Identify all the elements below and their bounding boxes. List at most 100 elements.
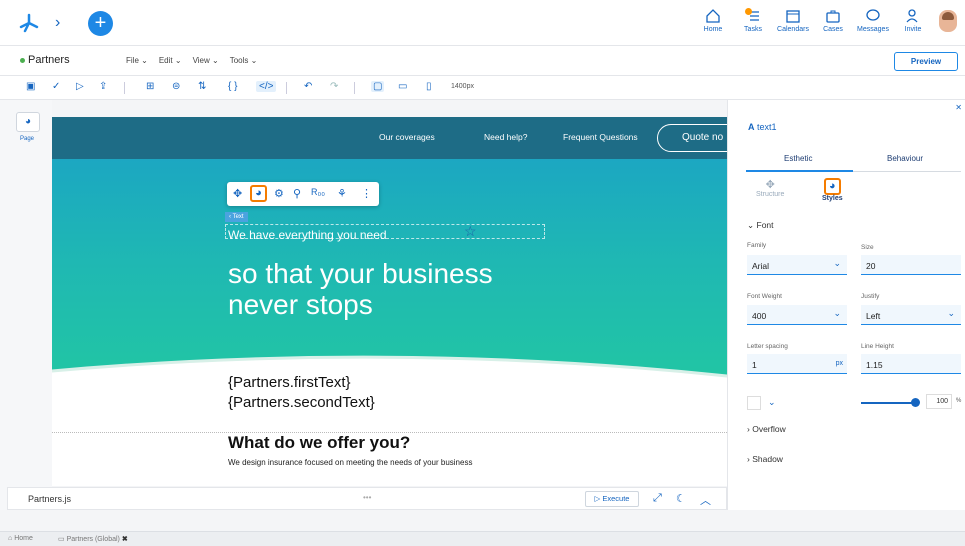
opacity-slider-track[interactable] (861, 402, 915, 404)
desktop-view-icon[interactable]: ▢ (371, 81, 385, 92)
settings-icon[interactable]: ⚙ (274, 187, 284, 200)
text1[interactable]: We have everything you need (228, 228, 387, 242)
menu-view[interactable]: View ⌄ (193, 56, 219, 65)
footer-process-label: Partners (Global) (66, 536, 120, 543)
opacity-value[interactable]: 100 (926, 394, 952, 409)
nav-link-faq[interactable]: Frequent Questions (563, 132, 638, 142)
preview-button[interactable]: Preview (894, 52, 958, 71)
justify-value: Left (866, 311, 881, 321)
overflow-section-toggle[interactable]: › Overflow (747, 424, 786, 434)
redo-icon[interactable]: ↷ (330, 81, 338, 92)
chevron-right-icon: › (747, 424, 750, 434)
element-type-label: Text (232, 214, 244, 220)
undo-icon[interactable]: ↶ (304, 81, 312, 92)
font-weight-select[interactable]: 400 ⌄ (747, 305, 847, 325)
headline-line-1: so that your business (228, 258, 493, 289)
justify-select[interactable]: Left ⌄ (861, 305, 961, 325)
execute-button[interactable]: ▷ Execute (585, 491, 639, 507)
resource-icon[interactable]: R₀₀ (311, 187, 325, 197)
family-label: Family (747, 242, 767, 249)
layers-icon[interactable]: ⊜ (172, 81, 180, 92)
justify-label: Justify (861, 293, 880, 300)
chevron-down-icon: ⌄ (833, 308, 841, 318)
tab-behaviour[interactable]: Behaviour (887, 154, 923, 163)
app-logo-icon[interactable] (18, 12, 40, 34)
nav-home-label: Home (703, 26, 723, 33)
braces-icon[interactable]: { } (228, 81, 237, 92)
font-size-field[interactable]: 20 (861, 255, 961, 275)
mobile-view-icon[interactable]: ▯ (426, 81, 432, 92)
nav-tasks-label: Tasks (744, 26, 762, 33)
check-icon[interactable]: ✓ (52, 81, 60, 92)
menu-edit[interactable]: Edit ⌄ (159, 56, 182, 65)
template-second-text: {Partners.secondText} (228, 394, 375, 411)
dark-mode-icon[interactable]: ☾ (676, 492, 686, 505)
chevron-down-icon: ⌄ (947, 308, 955, 318)
publish-icon[interactable]: ⇪ (99, 81, 107, 92)
styles-palette-icon[interactable]: ◕ (250, 185, 267, 202)
add-button[interactable]: + (88, 11, 113, 36)
subtab-structure[interactable]: ✥ Structure (756, 178, 784, 198)
template-text[interactable]: {Partners.firstText} {Partners.secondTex… (228, 373, 375, 413)
more-icon[interactable]: ⋮ (361, 187, 372, 200)
shadow-section-toggle[interactable]: › Shadow (747, 454, 783, 464)
nav-home[interactable]: Home (697, 8, 729, 33)
shadow-section-label: Shadow (752, 454, 783, 464)
tablet-view-icon[interactable]: ▭ (398, 81, 407, 92)
sort-icon[interactable]: ⇅ (198, 81, 206, 92)
avatar[interactable] (939, 10, 957, 32)
hero-section[interactable]: Our coverages Need help? Frequent Questi… (52, 117, 727, 411)
code-icon[interactable]: </> (256, 81, 277, 92)
offer-subtitle[interactable]: We design insurance focused on meeting t… (228, 458, 472, 467)
nav-link-help[interactable]: Need help? (484, 132, 527, 142)
components-icon[interactable]: ⊞ (146, 81, 154, 92)
font-section-toggle[interactable]: ⌄ Font (747, 220, 774, 231)
nav-calendars[interactable]: Calendars (777, 8, 809, 33)
js-file-tab[interactable]: Partners.js (28, 494, 71, 504)
link-icon[interactable]: ⚲ (293, 187, 301, 200)
line-height-field[interactable]: 1.15 (861, 354, 961, 374)
element-type-tag: ‹ Text (225, 212, 248, 222)
expand-icon[interactable]: ⤢ (653, 492, 662, 505)
save-icon[interactable]: ▣ (26, 81, 35, 92)
nav-cases[interactable]: Cases (817, 8, 849, 33)
quote-button[interactable]: Quote no (657, 124, 727, 152)
nav-invite[interactable]: Invite (897, 8, 929, 33)
tab-esthetic[interactable]: Esthetic (784, 154, 812, 163)
subtab-styles[interactable]: ◕ Styles (822, 178, 843, 202)
move-icon[interactable]: ✥ (233, 187, 242, 200)
close-icon[interactable]: ✕ (955, 103, 962, 112)
offer-title[interactable]: What do we offer you? (228, 433, 410, 453)
font-family-select[interactable]: Arial ⌄ (747, 255, 847, 275)
home-icon: ⌂ (8, 535, 13, 542)
structure-icon: ✥ (765, 179, 775, 191)
star-icon[interactable]: ☆ (464, 223, 477, 240)
menu-tools[interactable]: Tools ⌄ (230, 56, 258, 65)
headline[interactable]: so that your business never stops (228, 258, 608, 320)
close-tab-icon[interactable]: ✖ (122, 536, 128, 543)
page-button[interactable]: ◕ (16, 112, 40, 132)
menu-file-label: File (126, 56, 139, 65)
footer-process-tab[interactable]: ▭ Partners (Global) ✖ (58, 535, 128, 543)
footer-home-label: Home (14, 535, 33, 542)
play-icon[interactable]: ▷ (76, 81, 84, 92)
nav-tasks[interactable]: Tasks (737, 8, 769, 33)
add-user-icon (906, 9, 918, 23)
share-icon[interactable]: ⚘ (337, 187, 347, 200)
chevron-up-icon[interactable]: ︿ (700, 492, 711, 508)
design-canvas[interactable]: Our coverages Need help? Frequent Questi… (52, 117, 727, 486)
color-picker[interactable] (747, 396, 761, 410)
opacity-slider-handle[interactable] (911, 398, 920, 407)
menu-view-label: View (192, 56, 210, 65)
chevron-down-icon[interactable]: ⌄ (768, 397, 776, 408)
chevron-right-icon[interactable]: › (55, 14, 60, 32)
footer-home-tab[interactable]: ⌂ Home (8, 535, 33, 542)
letter-spacing-field[interactable]: 1 px (747, 354, 847, 374)
resize-handle[interactable]: ••• (363, 493, 371, 502)
font-weight-label: Font Weight (747, 293, 782, 300)
menu-file[interactable]: File ⌄ (126, 56, 148, 65)
menu-edit-label: Edit (158, 56, 173, 65)
briefcase-icon (826, 10, 840, 23)
nav-messages[interactable]: Messages (857, 8, 889, 33)
nav-link-coverages[interactable]: Our coverages (379, 132, 435, 142)
